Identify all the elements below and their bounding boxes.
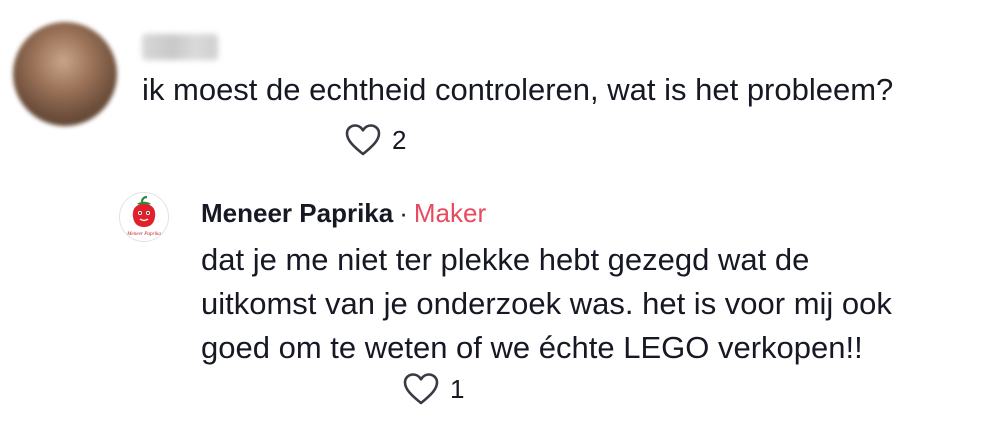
avatar[interactable]: Meneer Paprika [119, 192, 169, 242]
heart-icon [345, 124, 381, 156]
reply-header: Meneer Paprika · Maker [201, 196, 486, 230]
pepper-logo: Meneer Paprika [126, 195, 161, 237]
avatar[interactable] [13, 22, 117, 126]
like-count: 2 [392, 124, 407, 155]
heart-icon [403, 373, 439, 405]
author-name[interactable]: Meneer Paprika [201, 198, 393, 228]
reply-line: dat je me niet ter plekke hebt gezegd wa… [201, 242, 810, 277]
separator: · [399, 198, 408, 228]
creator-badge: Maker [413, 198, 487, 228]
username-redacted[interactable] [142, 34, 218, 60]
reply-text: dat je me niet ter plekke hebt gezegd wa… [201, 238, 941, 370]
svg-text:Meneer Paprika: Meneer Paprika [126, 231, 161, 237]
like-count: 1 [450, 373, 465, 404]
like-button[interactable]: 1 [402, 372, 464, 406]
reply-line: goed om te weten of we échte LEGO verkop… [201, 330, 863, 365]
like-button[interactable]: 2 [344, 123, 406, 157]
reply-line: uitkomst van je onderzoek was. het is vo… [201, 286, 892, 321]
comment-text: ik moest de echtheid controleren, wat is… [142, 72, 894, 107]
